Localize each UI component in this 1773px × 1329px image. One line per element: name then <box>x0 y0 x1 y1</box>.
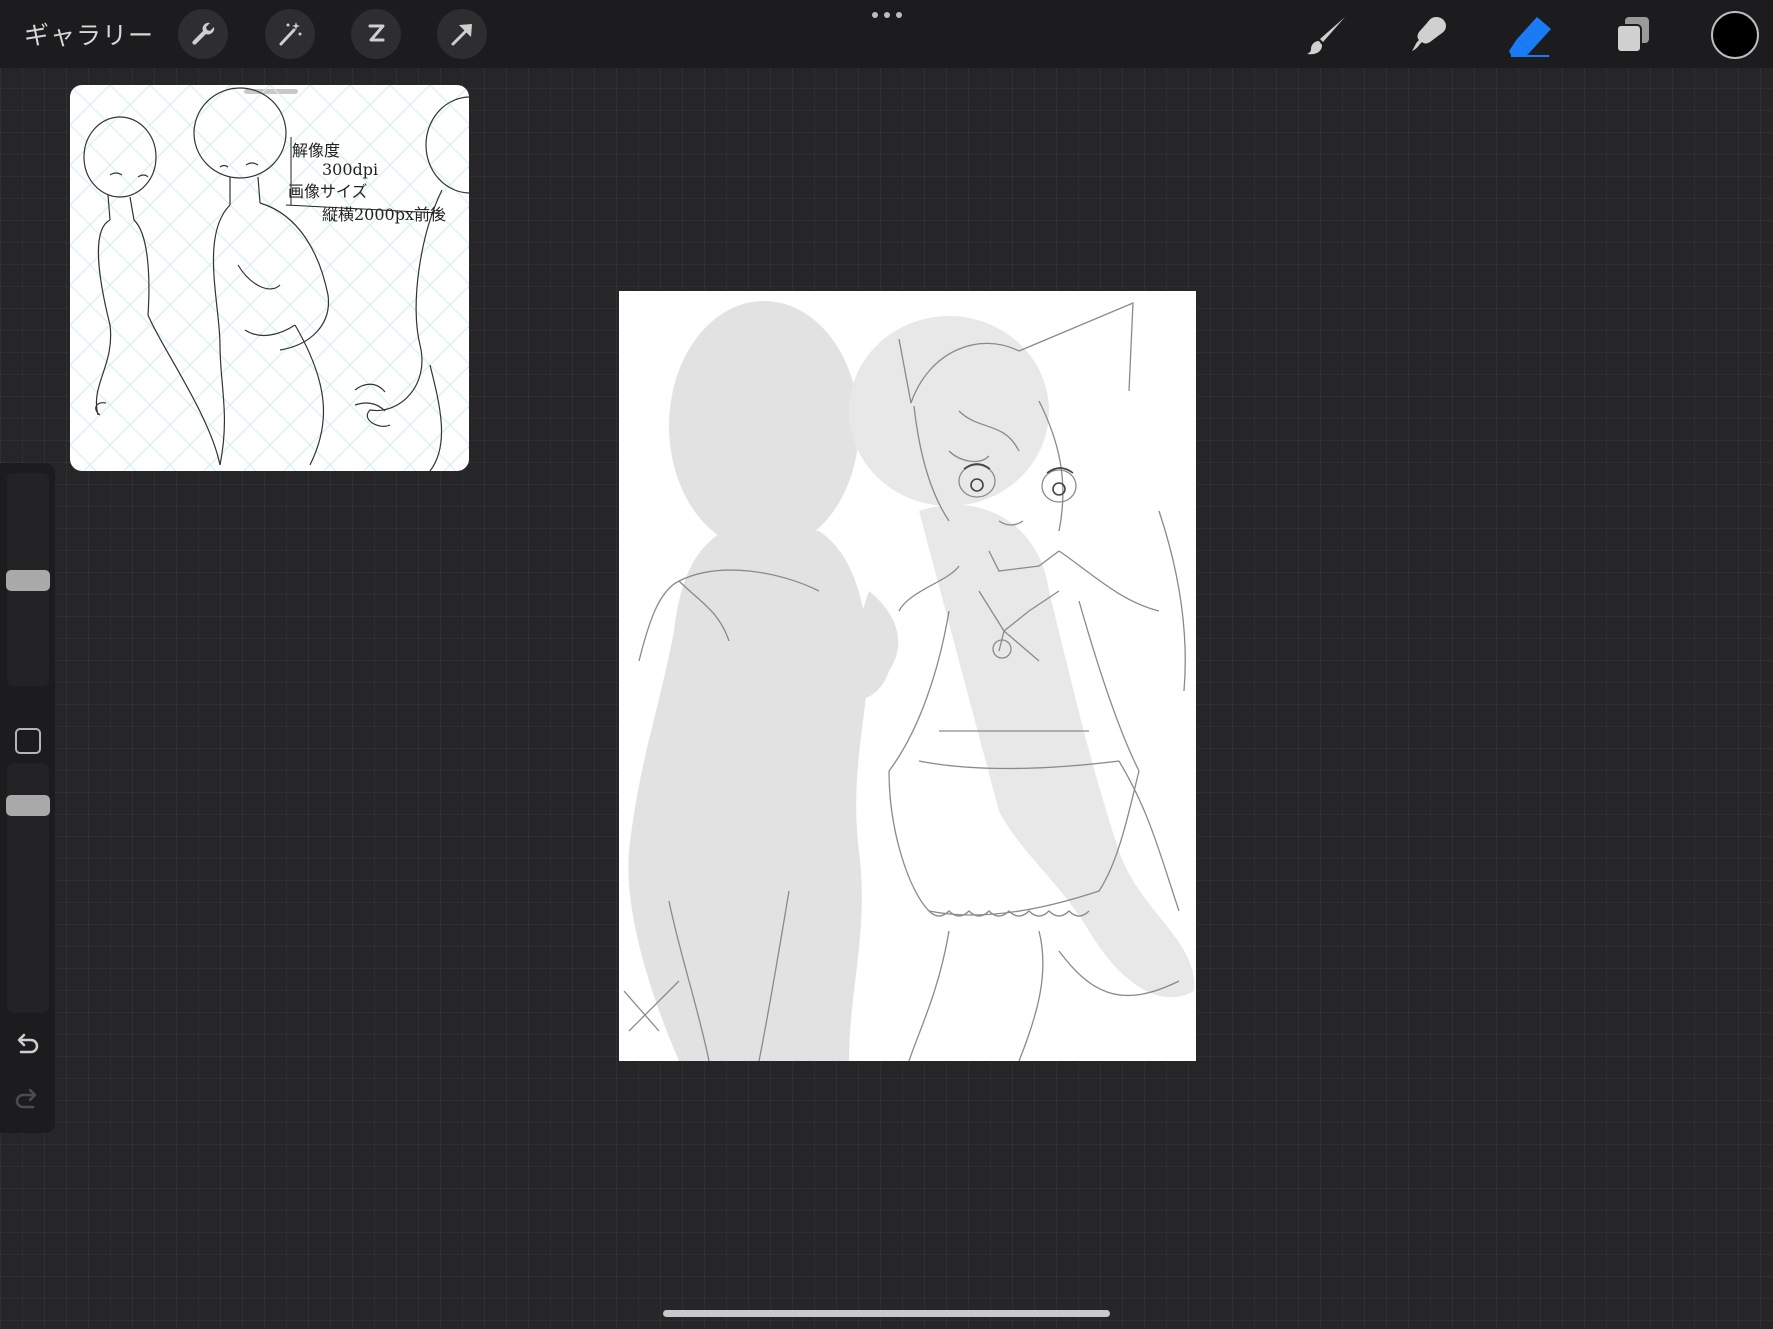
more-options-icon[interactable] <box>870 8 904 22</box>
eraser-tool-button[interactable] <box>1506 10 1556 60</box>
reference-image <box>70 85 469 471</box>
workspace-background: ギャラリー 解像度 300dpi 画像サイズ 縦横2000px前後 <box>0 0 1773 1329</box>
left-sidebar <box>0 463 55 1133</box>
transform-arrow-icon <box>451 24 472 46</box>
adjustments-button[interactable] <box>265 9 315 59</box>
gallery-button[interactable]: ギャラリー <box>24 16 154 52</box>
transform-button[interactable] <box>437 9 487 59</box>
reference-window[interactable]: 解像度 300dpi 画像サイズ 縦横2000px前後 <box>70 85 469 471</box>
selection-icon <box>368 24 385 42</box>
magic-wand-icon <box>279 22 302 46</box>
canvas-artwork <box>623 301 1195 1061</box>
layers-icon <box>1616 17 1649 53</box>
drawing-canvas[interactable] <box>619 291 1196 1061</box>
reference-text-size-value: 縦横2000px前後 <box>322 205 446 224</box>
actions-button[interactable] <box>178 9 228 59</box>
brush-icon <box>1307 17 1345 55</box>
eraser-icon <box>1509 17 1551 57</box>
top-toolbar: ギャラリー <box>0 0 1773 68</box>
smudge-tool-button[interactable] <box>1404 10 1454 60</box>
selection-button[interactable] <box>351 9 401 59</box>
brush-tool-button[interactable] <box>1303 10 1353 60</box>
undo-icon[interactable] <box>12 1030 42 1060</box>
reference-text-resolution-value: 300dpi <box>322 160 379 179</box>
layers-button[interactable] <box>1608 10 1658 60</box>
reference-text-size-label: 画像サイズ <box>288 182 368 201</box>
reference-text-resolution-label: 解像度 <box>292 141 341 160</box>
modify-button[interactable] <box>15 728 41 754</box>
wrench-icon <box>192 22 215 45</box>
home-indicator[interactable] <box>663 1310 1110 1317</box>
opacity-slider-thumb[interactable] <box>6 795 50 816</box>
color-swatch-button[interactable] <box>1711 11 1759 59</box>
brush-size-slider-thumb[interactable] <box>6 570 50 591</box>
redo-icon[interactable] <box>12 1085 42 1115</box>
smudge-icon <box>1412 17 1446 51</box>
